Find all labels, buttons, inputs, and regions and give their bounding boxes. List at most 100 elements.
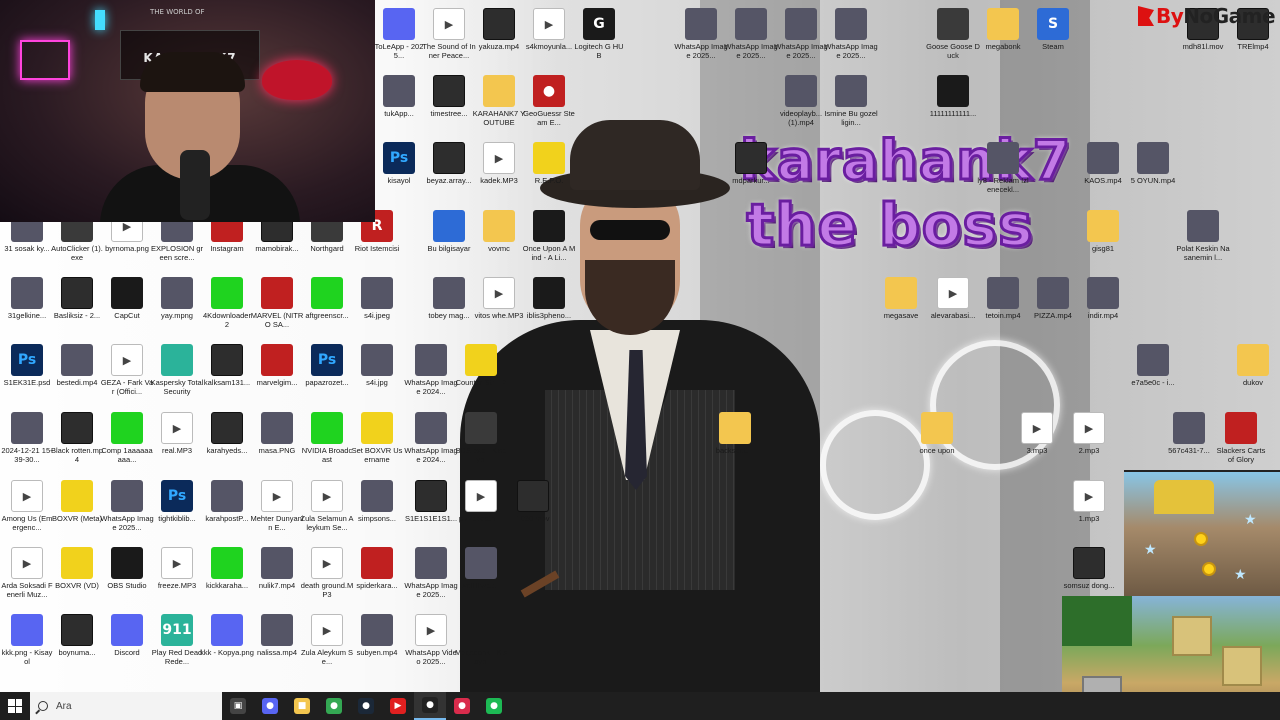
desktop-icon[interactable]: Ps S1EK31E.psd (0, 344, 54, 396)
desktop-icon[interactable]: boynuma... (50, 614, 104, 666)
desktop-icon[interactable]: Set BOXVR Username (350, 412, 404, 464)
desktop-icon[interactable]: Kaspersky Total Security (150, 344, 204, 396)
desktop-icon[interactable]: KAOS.mp4 (1076, 142, 1130, 194)
desktop-icon[interactable]: 5 OYUN.mp4 (1126, 142, 1180, 194)
desktop-icon[interactable]: karahyeds... (200, 412, 254, 464)
taskbar-search[interactable]: Ara (30, 692, 222, 720)
desktop-icon[interactable]: WhatsApp Image 2025... (724, 8, 778, 60)
start-button[interactable] (0, 692, 30, 720)
desktop-icon[interactable]: tukApp... (372, 75, 426, 127)
desktop-icon[interactable]: s4i.jpg (350, 344, 404, 396)
desktop-icon[interactable]: WhatsApp Image 2025... (100, 480, 154, 532)
desktop-icon[interactable]: Counter-Str... 2 (454, 344, 508, 396)
desktop-icon[interactable]: Polat Keskin Nasanemin l... (1176, 210, 1230, 262)
desktop-icon[interactable]: 4Kdownloader 2 (200, 277, 254, 329)
taskbar-app[interactable]: ● (478, 692, 510, 720)
taskbar-app[interactable]: ● (414, 692, 446, 720)
desktop-icon[interactable]: marvelgim... (250, 344, 304, 396)
desktop-icon[interactable]: Once Upon A Mind - A Li... (522, 210, 576, 262)
desktop-icon[interactable]: S1E1S1E1S1... (404, 480, 458, 532)
desktop-icon[interactable]: OBS Studio (100, 547, 154, 599)
desktop-icon[interactable]: megabonk (976, 8, 1030, 60)
desktop-icon[interactable]: kalksam131... (200, 344, 254, 396)
desktop-icon[interactable]: real.MP3 (150, 412, 204, 464)
desktop-icon[interactable]: karahpostP... (200, 480, 254, 532)
desktop-icon[interactable]: timestree... (422, 75, 476, 127)
desktop-icon[interactable]: Zula Aleykum Se... (300, 614, 354, 666)
desktop-icon[interactable]: gisg81 (1076, 210, 1130, 262)
desktop-icon[interactable]: nalissa.mp4 (250, 614, 304, 666)
desktop-icon[interactable]: masa.PNG (250, 412, 304, 464)
desktop-icon[interactable]: 1030.mov (506, 480, 560, 532)
desktop-icon[interactable]: WhatsApp Image 2025... (404, 547, 458, 599)
desktop-icon[interactable]: vovmc (472, 210, 526, 262)
desktop-icon[interactable]: s4i.jpeg (350, 277, 404, 329)
desktop-icon[interactable]: Ps papazrozet... (300, 344, 354, 396)
desktop-icon[interactable]: Bu bilgisayar (422, 210, 476, 262)
desktop-icon[interactable]: NVIDIA Broadcast (300, 412, 354, 464)
desktop-icon[interactable]: KARAHANK7 YOUTUBE (472, 75, 526, 127)
desktop-icon[interactable]: kkk - Kopya.png (200, 614, 254, 666)
desktop-icon[interactable]: WhatsApp Image 2025... (824, 8, 878, 60)
desktop-icon[interactable]: The Sound of Inner Peace... (422, 8, 476, 60)
desktop-icon[interactable]: yay.mpng (150, 277, 204, 329)
desktop-icon[interactable]: 1.mp3 (1062, 480, 1116, 532)
desktop-icon[interactable]: alevarabasi... (926, 277, 980, 329)
desktop-icon[interactable]: BDS.exe - Kisayol (454, 412, 508, 464)
desktop-icon[interactable]: 567c431-7... (1162, 412, 1216, 464)
desktop-icon[interactable]: kadek.MP3 (472, 142, 526, 194)
desktop-icon[interactable]: vitos whe.MP3 (472, 277, 526, 329)
desktop-icon[interactable]: S Steam (1026, 8, 1080, 60)
desktop-icon[interactable]: ly8 - Reklam Izlenecekl... (976, 142, 1030, 194)
desktop-icon[interactable]: Slackers Carts of Glory (1214, 412, 1268, 464)
desktop-icon[interactable]: Megabonk - Kisayol (454, 614, 508, 666)
desktop-icon[interactable]: freeze.MP3 (150, 547, 204, 599)
taskbar-app[interactable]: ▶ (382, 692, 414, 720)
desktop-icon[interactable]: kickkaraha... (200, 547, 254, 599)
desktop-icon[interactable]: Discord (100, 614, 154, 666)
desktop-icon[interactable]: Ps kisayol (372, 142, 426, 194)
desktop-icon[interactable]: Ps tightkiblib... (150, 480, 204, 532)
desktop-icon[interactable]: Mehter Dunyanin E... (250, 480, 304, 532)
taskbar-app[interactable]: ● (254, 692, 286, 720)
taskbar-app[interactable]: ▣ (222, 692, 254, 720)
desktop-icon[interactable]: megasave (874, 277, 928, 329)
desktop-icon[interactable]: e7a5e0c - i... (1126, 344, 1180, 396)
desktop-icon[interactable]: Arda Soksadi Fenerli Muz... (0, 547, 54, 599)
desktop-icon[interactable]: BOXVR (VD) (50, 547, 104, 599)
desktop-icon[interactable]: MARVEL (NITRO SA... (250, 277, 304, 329)
desktop-icon[interactable]: WhatsApp Image 2024... (404, 344, 458, 396)
desktop-icon[interactable]: 11111111111... (926, 75, 980, 127)
desktop-icon[interactable]: Basliksiz - 2... (50, 277, 104, 329)
desktop-icon[interactable]: 31gelkine... (0, 277, 54, 329)
desktop-icon[interactable]: wallllllwap... (454, 547, 508, 599)
desktop-icon[interactable]: CapCut (100, 277, 154, 329)
desktop-icon[interactable]: pizzadeathl... (454, 480, 508, 532)
desktop-icon[interactable]: kkk.png - Kisayol (0, 614, 54, 666)
desktop-icon[interactable]: tetoin.mp4 (976, 277, 1030, 329)
desktop-icon[interactable]: R.E.P.O. (522, 142, 576, 194)
desktop-icon[interactable]: 2024-12-21 15-39-30... (0, 412, 54, 464)
desktop-icon[interactable]: indir.mp4 (1076, 277, 1130, 329)
desktop-icon[interactable]: Among Us (Emergenc... (0, 480, 54, 532)
desktop-icon[interactable]: tobey mag... (422, 277, 476, 329)
desktop-icon[interactable]: Zula Selamun Aleykum Se... (300, 480, 354, 532)
desktop-icon[interactable]: WhatsApp Video 2025... (404, 614, 458, 666)
desktop-icon[interactable]: G Logitech G HUB (572, 8, 626, 60)
desktop-icon[interactable]: BOXVR (Meta) (50, 480, 104, 532)
desktop-icon[interactable]: Goose Goose Duck (926, 8, 980, 60)
desktop-icon[interactable]: videoplayb... (1).mp4 (774, 75, 828, 127)
desktop-icon[interactable]: GEZA - Fark Var (Offici... (100, 344, 154, 396)
taskbar-app[interactable]: ● (318, 692, 350, 720)
desktop-icon[interactable]: aftgreenscr... (300, 277, 354, 329)
taskbar-app[interactable]: ■ (286, 692, 318, 720)
desktop-icon[interactable]: mdparkur... (724, 142, 778, 194)
desktop-icon[interactable]: ToLeApp - 2025... (372, 8, 426, 60)
desktop-icon[interactable]: simpsons... (350, 480, 404, 532)
taskbar-app[interactable]: ● (446, 692, 478, 720)
desktop-icon[interactable]: beyaz.array... (422, 142, 476, 194)
desktop-icon[interactable]: 911 Play Red Dead Rede... (150, 614, 204, 666)
desktop-icon[interactable]: WhatsApp Image 2025... (774, 8, 828, 60)
desktop-icon[interactable]: Black rotten.mp4 (50, 412, 104, 464)
desktop-icon[interactable]: Comp 1aaaaaaaaa... (100, 412, 154, 464)
